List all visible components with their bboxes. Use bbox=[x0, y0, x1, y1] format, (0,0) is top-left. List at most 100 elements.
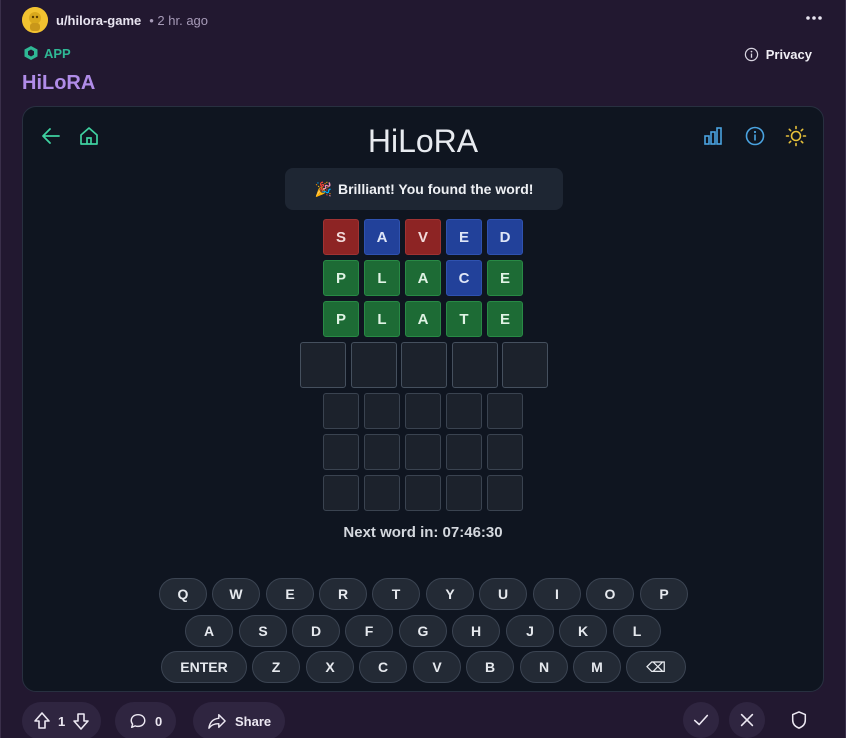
empty-tile bbox=[405, 434, 441, 470]
key-w[interactable]: W bbox=[212, 578, 260, 610]
close-x-icon bbox=[740, 713, 754, 727]
key-o[interactable]: O bbox=[586, 578, 634, 610]
key-v[interactable]: V bbox=[413, 651, 461, 683]
empty-tile bbox=[405, 393, 441, 429]
empty-tile bbox=[405, 475, 441, 511]
theme-toggle-button[interactable] bbox=[785, 125, 807, 147]
app-label: APP bbox=[44, 45, 71, 61]
board-tile: L bbox=[364, 260, 400, 296]
board-tile: P bbox=[323, 301, 359, 337]
board-tile: L bbox=[364, 301, 400, 337]
board-tile: S bbox=[323, 219, 359, 255]
privacy-button[interactable]: Privacy bbox=[744, 47, 812, 62]
key-b[interactable]: B bbox=[466, 651, 514, 683]
post-header: u/hilora-game • 2 hr. ago bbox=[22, 7, 208, 33]
key-l[interactable]: L bbox=[613, 615, 661, 647]
key-u[interactable]: U bbox=[479, 578, 527, 610]
active-row-tile bbox=[350, 342, 397, 388]
info-button[interactable] bbox=[744, 125, 766, 147]
remove-button[interactable] bbox=[729, 702, 765, 738]
empty-tile bbox=[446, 393, 482, 429]
board-tile: E bbox=[446, 219, 482, 255]
snoo-avatar-icon bbox=[22, 7, 48, 33]
app-cube-icon bbox=[24, 46, 38, 60]
info-circle-icon bbox=[745, 126, 765, 146]
key-h[interactable]: H bbox=[452, 615, 500, 647]
key-y[interactable]: Y bbox=[426, 578, 474, 610]
bar-chart-icon bbox=[704, 127, 722, 145]
empty-tile bbox=[364, 393, 400, 429]
info-icon bbox=[744, 47, 758, 62]
board-tile: V bbox=[405, 219, 441, 255]
key-z[interactable]: Z bbox=[252, 651, 300, 683]
vote-count: 1 bbox=[58, 713, 66, 729]
upvote-arrow-icon bbox=[34, 712, 50, 729]
key-a[interactable]: A bbox=[185, 615, 233, 647]
share-arrow-icon bbox=[208, 713, 226, 729]
mod-shield-button[interactable] bbox=[781, 702, 817, 738]
key-c[interactable]: C bbox=[359, 651, 407, 683]
privacy-label: Privacy bbox=[765, 47, 812, 62]
post-title[interactable]: HiLoRA bbox=[22, 72, 95, 95]
downvote-arrow-icon bbox=[73, 713, 90, 730]
empty-tile bbox=[323, 434, 359, 470]
party-popper-icon: 🎉 bbox=[314, 180, 332, 197]
backspace-key[interactable]: ⌫ bbox=[626, 651, 686, 683]
board-tile: D bbox=[487, 219, 523, 255]
key-x[interactable]: X bbox=[306, 651, 354, 683]
active-row-tile bbox=[401, 342, 447, 388]
avatar[interactable] bbox=[22, 7, 48, 33]
vote-bar: 1 bbox=[22, 702, 102, 738]
active-row-tile bbox=[451, 342, 498, 388]
enter-key[interactable]: ENTER bbox=[161, 651, 247, 683]
empty-tile bbox=[487, 475, 523, 511]
key-m[interactable]: M bbox=[573, 651, 621, 683]
ellipsis-icon bbox=[806, 16, 822, 20]
post-timestamp: • 2 hr. ago bbox=[149, 12, 209, 28]
game-webview: HiLoRA 🎉 Brilliant! You found the word! bbox=[22, 106, 824, 692]
downvote-button[interactable] bbox=[71, 711, 91, 731]
board-tile: E bbox=[487, 260, 523, 296]
empty-tile bbox=[446, 475, 482, 511]
board-tile: P bbox=[323, 260, 359, 296]
comment-count: 0 bbox=[155, 713, 163, 729]
board-tile: A bbox=[405, 260, 441, 296]
key-e[interactable]: E bbox=[266, 578, 314, 610]
key-n[interactable]: N bbox=[520, 651, 568, 683]
key-k[interactable]: K bbox=[559, 615, 607, 647]
empty-tile bbox=[323, 393, 359, 429]
upvote-button[interactable] bbox=[32, 711, 52, 731]
key-q[interactable]: Q bbox=[159, 578, 207, 610]
stats-button[interactable] bbox=[702, 125, 724, 147]
board-tile: A bbox=[405, 301, 441, 337]
key-f[interactable]: F bbox=[345, 615, 393, 647]
comments-button[interactable]: 0 bbox=[115, 702, 177, 738]
sun-icon bbox=[785, 125, 807, 147]
board-tile: A bbox=[364, 219, 400, 255]
empty-tile bbox=[487, 434, 523, 470]
comment-bubble-icon bbox=[130, 713, 146, 729]
more-options-button[interactable] bbox=[804, 10, 824, 26]
checkmark-icon bbox=[693, 714, 709, 726]
board-tile: T bbox=[446, 301, 482, 337]
key-p[interactable]: P bbox=[640, 578, 688, 610]
toast-message: Brilliant! You found the word! bbox=[337, 181, 534, 197]
empty-tile bbox=[446, 434, 482, 470]
empty-tile bbox=[487, 393, 523, 429]
key-i[interactable]: I bbox=[533, 578, 581, 610]
active-row-tile bbox=[502, 342, 548, 388]
app-badge: APP bbox=[23, 45, 71, 61]
key-s[interactable]: S bbox=[239, 615, 287, 647]
post-username[interactable]: u/hilora-game bbox=[56, 13, 141, 28]
key-j[interactable]: J bbox=[506, 615, 554, 647]
approve-button[interactable] bbox=[683, 702, 719, 738]
share-button[interactable]: Share bbox=[193, 702, 286, 738]
key-g[interactable]: G bbox=[399, 615, 447, 647]
next-word-countdown: Next word in: 07:46:30 bbox=[343, 524, 503, 541]
key-r[interactable]: R bbox=[319, 578, 367, 610]
key-t[interactable]: T bbox=[372, 578, 420, 610]
key-d[interactable]: D bbox=[292, 615, 340, 647]
active-row-tile bbox=[300, 342, 346, 388]
empty-tile bbox=[364, 475, 400, 511]
share-label: Share bbox=[235, 713, 272, 729]
